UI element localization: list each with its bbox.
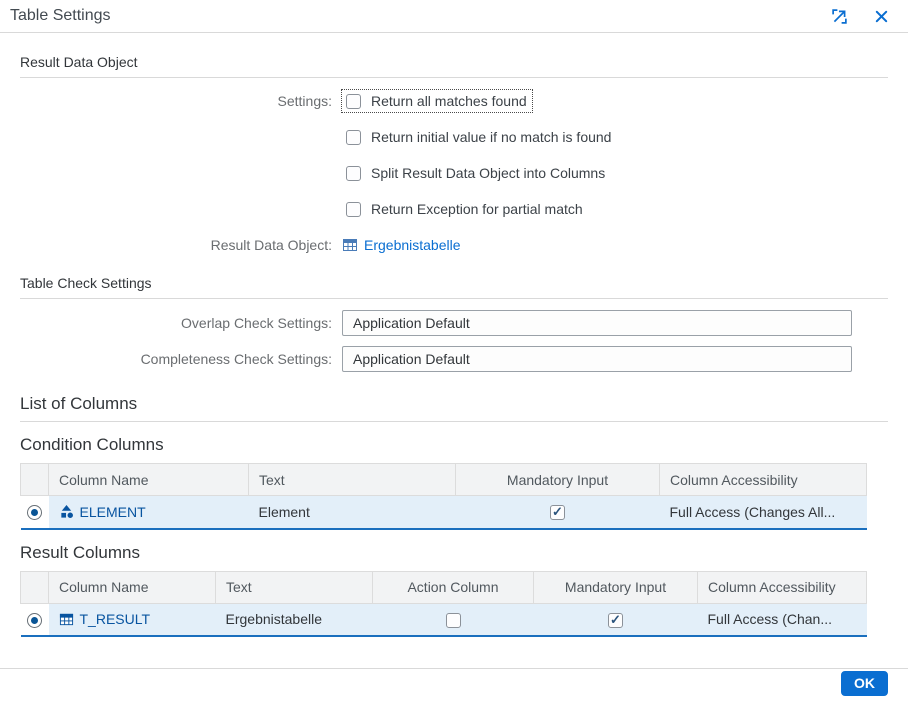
- result-table-row[interactable]: T_RESULT Ergebnistabelle Full Access (Ch…: [21, 603, 867, 636]
- return-exception-label: Return Exception for partial match: [371, 201, 583, 217]
- settings-label: Settings:: [20, 93, 332, 109]
- condition-header-mandatory-input[interactable]: Mandatory Input: [456, 464, 660, 496]
- return-all-matches-checkbox[interactable]: [346, 94, 361, 109]
- result-object-label: Result Data Object:: [20, 237, 332, 253]
- overlap-check-row: Overlap Check Settings: Application Defa…: [20, 305, 888, 341]
- result-header-column-accessibility[interactable]: Column Accessibility: [698, 571, 867, 603]
- return-exception-checkbox[interactable]: [346, 202, 361, 217]
- condition-column-accessibility: Full Access (Changes All...: [660, 496, 867, 529]
- condition-header-text[interactable]: Text: [249, 464, 456, 496]
- section-title-result-data-object: Result Data Object: [20, 54, 888, 78]
- checkbox-group-return-all-matches: Return all matches found: [342, 90, 532, 112]
- result-header-action-column[interactable]: Action Column: [373, 571, 534, 603]
- condition-column-text: Element: [249, 496, 456, 529]
- condition-table-row[interactable]: ELEMENT Element Full Access (Changes All…: [21, 496, 867, 529]
- completeness-check-input[interactable]: Application Default: [342, 346, 852, 372]
- condition-columns-table: Column Name Text Mandatory Input Column …: [20, 463, 867, 530]
- result-column-text: Ergebnistabelle: [216, 603, 373, 636]
- result-header-row: Column Name Text Action Column Mandatory…: [21, 571, 867, 603]
- completeness-check-label: Completeness Check Settings:: [20, 351, 332, 367]
- table-settings-dialog: Table Settings Result Data Object Settin…: [0, 0, 908, 704]
- condition-header-column-name[interactable]: Column Name: [49, 464, 249, 496]
- condition-header-column-accessibility[interactable]: Column Accessibility: [660, 464, 867, 496]
- table-title-result-columns: Result Columns: [20, 543, 888, 563]
- dialog-header: Table Settings: [0, 0, 908, 33]
- result-object-link[interactable]: Ergebnistabelle: [342, 237, 461, 253]
- dialog-title: Table Settings: [10, 7, 806, 25]
- result-row-radio[interactable]: [27, 613, 42, 628]
- result-column-name: T_RESULT: [80, 611, 151, 627]
- checkbox-group-return-exception: Return Exception for partial match: [342, 198, 588, 220]
- completeness-check-row: Completeness Check Settings: Application…: [20, 341, 888, 377]
- ok-button[interactable]: OK: [841, 671, 888, 696]
- table-icon: [342, 237, 358, 253]
- condition-row-selector[interactable]: [21, 496, 49, 529]
- condition-selection-header: [21, 464, 49, 496]
- overlap-check-input[interactable]: Application Default: [342, 310, 852, 336]
- table-icon: [59, 612, 74, 627]
- settings-row-3: Split Result Data Object into Columns: [20, 155, 888, 191]
- checkbox-group-split-result: Split Result Data Object into Columns: [342, 162, 610, 184]
- result-header-mandatory-input[interactable]: Mandatory Input: [534, 571, 698, 603]
- condition-header-row: Column Name Text Mandatory Input Column …: [21, 464, 867, 496]
- dialog-footer: OK: [0, 668, 908, 704]
- condition-mandatory-checkbox[interactable]: [550, 505, 565, 520]
- section-title-list-of-columns: List of Columns: [20, 394, 888, 422]
- section-title-table-check-settings: Table Check Settings: [20, 275, 888, 299]
- settings-row-1: Settings: Return all matches found: [20, 83, 888, 119]
- split-result-label: Split Result Data Object into Columns: [371, 165, 605, 181]
- checkbox-group-return-initial-value: Return initial value if no match is foun…: [342, 126, 616, 148]
- return-initial-value-label: Return initial value if no match is foun…: [371, 129, 611, 145]
- result-action-checkbox[interactable]: [446, 613, 461, 628]
- overlap-check-label: Overlap Check Settings:: [20, 315, 332, 331]
- return-all-matches-label: Return all matches found: [371, 93, 527, 109]
- result-row-selector[interactable]: [21, 603, 49, 636]
- table-check-form: Overlap Check Settings: Application Defa…: [20, 305, 888, 377]
- result-header-text[interactable]: Text: [216, 571, 373, 603]
- close-icon[interactable]: [872, 7, 890, 25]
- split-result-checkbox[interactable]: [346, 166, 361, 181]
- settings-row-4: Return Exception for partial match: [20, 191, 888, 227]
- result-object-link-text: Ergebnistabelle: [364, 237, 461, 253]
- element-icon: [59, 504, 74, 519]
- settings-row-2: Return initial value if no match is foun…: [20, 119, 888, 155]
- result-mandatory-checkbox[interactable]: [608, 613, 623, 628]
- table-title-condition-columns: Condition Columns: [20, 435, 888, 455]
- result-header-column-name[interactable]: Column Name: [49, 571, 216, 603]
- condition-row-radio[interactable]: [27, 505, 42, 520]
- result-object-row: Result Data Object: Ergebnistabelle: [20, 227, 888, 263]
- result-columns-table: Column Name Text Action Column Mandatory…: [20, 571, 867, 638]
- return-initial-value-checkbox[interactable]: [346, 130, 361, 145]
- maximize-icon[interactable]: [830, 7, 848, 25]
- result-selection-header: [21, 571, 49, 603]
- dialog-content: Result Data Object Settings: Return all …: [0, 33, 908, 666]
- condition-column-name: ELEMENT: [80, 504, 146, 520]
- result-column-accessibility: Full Access (Chan...: [698, 603, 867, 636]
- settings-form: Settings: Return all matches found Retur…: [20, 83, 888, 263]
